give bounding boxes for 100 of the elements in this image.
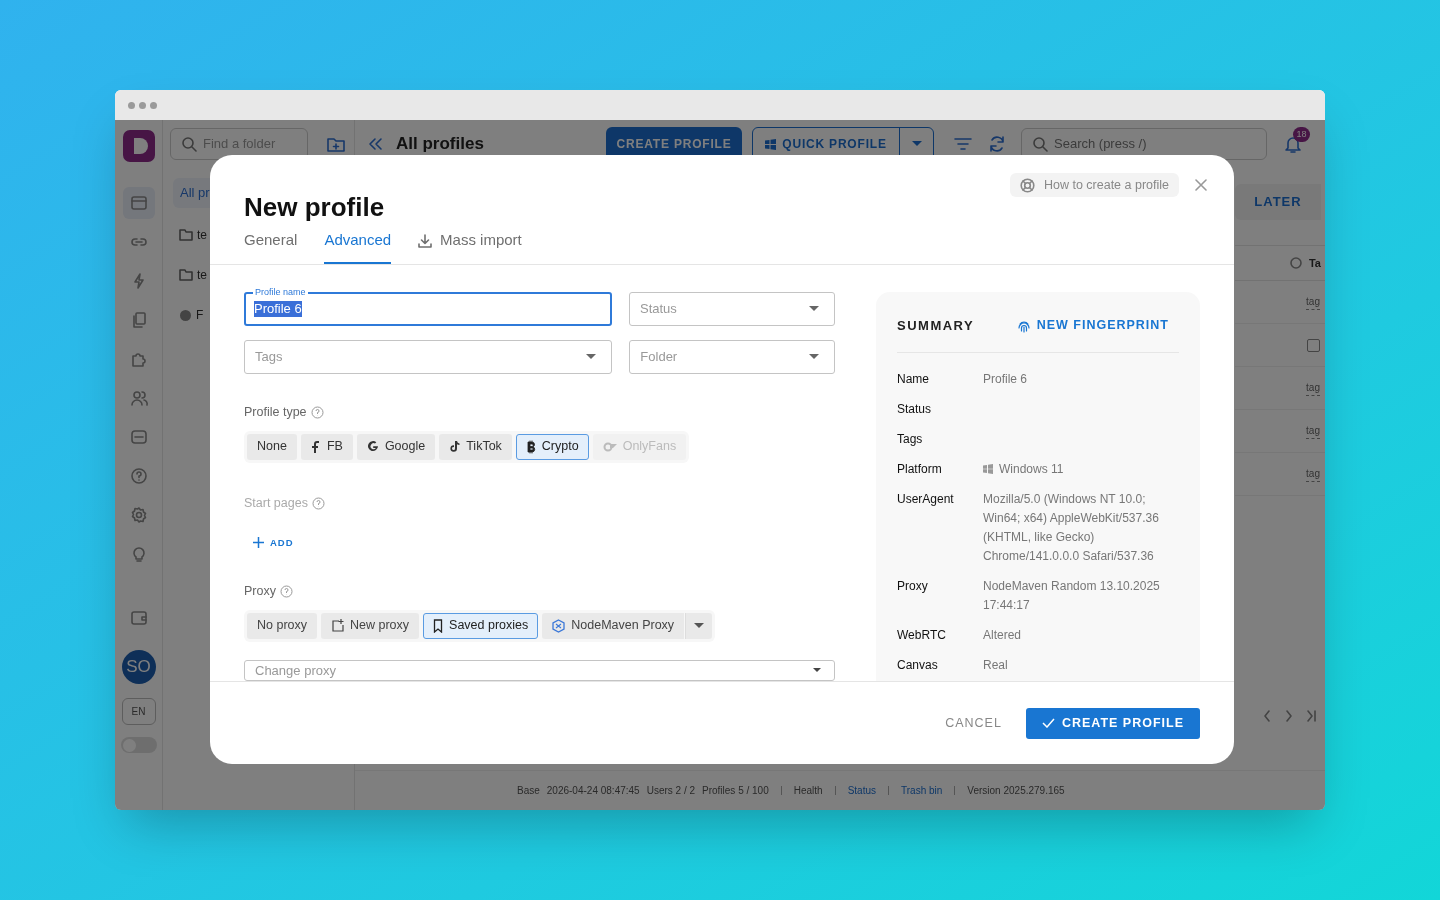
- caret-icon: [813, 667, 821, 673]
- create-profile-button[interactable]: CREATE PROFILE: [1025, 707, 1200, 739]
- avatar[interactable]: SO: [121, 650, 156, 684]
- summary-label: WebRTC: [897, 626, 947, 644]
- tag-label: tag: [1306, 466, 1320, 482]
- search-icon: [181, 136, 197, 152]
- summary-value: Profile 6: [983, 370, 1028, 388]
- bookmark-icon: [433, 618, 444, 633]
- caret-icon: [586, 354, 597, 360]
- checkbox[interactable]: [1307, 338, 1320, 352]
- next-page-icon[interactable]: [1285, 710, 1293, 722]
- profile-type-option[interactable]: Google: [356, 433, 436, 460]
- windows-icon: [983, 464, 993, 474]
- sidebar-item[interactable]: F: [196, 306, 204, 324]
- summary-value: Altered: [983, 626, 1022, 644]
- proxy-option[interactable]: Saved proxies: [423, 612, 539, 639]
- summary-value: Windows 11: [999, 460, 1064, 478]
- tab[interactable]: Mass import: [418, 219, 522, 264]
- folder-icon: [179, 229, 193, 241]
- status-text: Profiles 5 / 100: [702, 784, 769, 798]
- caret-icon: [694, 622, 705, 629]
- summary-value: Mozilla/5.0 (Windows NT 10.0; Win64; x64) AppleWebKit/537.36 (KHTML, like Gecko) Chrome/141.0.0.0 Safari/537.36: [983, 490, 1160, 565]
- section-label: Start pages: [244, 494, 308, 512]
- dropdown-button[interactable]: [685, 612, 713, 639]
- tab[interactable]: Advanced: [324, 219, 392, 264]
- search-icon: [1032, 136, 1048, 152]
- google-icon: [366, 439, 379, 454]
- status-text: Users 2 / 2: [646, 784, 695, 798]
- page-title: All profiles: [396, 133, 485, 156]
- summary-label: Status: [897, 400, 933, 418]
- proxy-option[interactable]: New proxy: [321, 612, 420, 639]
- column-header: Ta: [1308, 255, 1321, 271]
- summary-label: Proxy: [897, 577, 929, 595]
- status-link[interactable]: Status: [847, 783, 876, 798]
- music-note-icon: [449, 439, 461, 454]
- help-icon[interactable]: [128, 466, 149, 486]
- download-icon: [418, 233, 433, 248]
- section-label: Proxy: [244, 582, 276, 600]
- profile-type-option[interactable]: Crypto: [515, 433, 589, 460]
- close-icon[interactable]: [1195, 179, 1207, 191]
- tag-label: tag: [1306, 294, 1320, 310]
- summary-title: SUMMARY: [897, 317, 975, 335]
- caret-icon: [809, 354, 819, 360]
- status-text: 2026-04-24 08:47:45: [546, 784, 640, 798]
- status-select[interactable]: Status: [629, 292, 835, 326]
- tag-label: tag: [1306, 380, 1320, 396]
- collapse-icon[interactable]: [367, 137, 383, 151]
- check-icon: [1041, 718, 1055, 728]
- tags-select[interactable]: Tags: [244, 340, 613, 374]
- summary-label: Tags: [897, 430, 924, 448]
- summary-value: NodeMaven Random 13.10.2025 17:44:17: [983, 577, 1161, 614]
- proxy-option[interactable]: No proxy: [247, 612, 318, 639]
- wallet-icon[interactable]: [128, 608, 149, 628]
- last-page-icon[interactable]: [1307, 710, 1317, 722]
- chip-icon[interactable]: [128, 427, 149, 447]
- help-button[interactable]: How to create a profile: [1009, 173, 1179, 197]
- summary-value: Real: [983, 656, 1008, 674]
- new-fingerprint-button[interactable]: NEW FINGERPRINT: [1016, 316, 1169, 336]
- folder-select[interactable]: Folder: [629, 340, 835, 374]
- sidebar-item[interactable]: te: [197, 226, 207, 244]
- section-label: Profile type: [244, 404, 307, 421]
- summary-label: UserAgent: [897, 490, 955, 508]
- profile-type-option[interactable]: TikTok: [439, 433, 512, 460]
- status-text: Health: [793, 784, 823, 798]
- refresh-icon[interactable]: [987, 134, 1007, 154]
- summary-label: Name: [897, 370, 930, 388]
- logo-icon[interactable]: [122, 130, 155, 162]
- add-button[interactable]: ADD: [253, 535, 294, 550]
- users-icon[interactable]: [128, 388, 149, 408]
- help-icon[interactable]: [279, 584, 293, 598]
- status-text: Base: [517, 784, 540, 798]
- lifebuoy-icon: [1019, 177, 1035, 193]
- status-text: Version 2025.279.165: [967, 784, 1065, 798]
- summary-label: Canvas: [897, 656, 939, 674]
- bitcoin-icon: [525, 439, 536, 454]
- new-window-icon: [331, 618, 345, 633]
- fingerprint-icon: [1016, 318, 1031, 333]
- language-button[interactable]: EN: [121, 698, 156, 725]
- cancel-button[interactable]: CANCEL: [942, 713, 1005, 733]
- help-icon[interactable]: [310, 405, 324, 419]
- later-button[interactable]: LATER: [1235, 184, 1321, 220]
- profile-type-option[interactable]: FB: [300, 433, 353, 460]
- sidebar-item[interactable]: te: [197, 266, 207, 284]
- proxy-option[interactable]: NodeMaven Proxy: [542, 612, 685, 639]
- summary-label: Platform: [897, 460, 943, 478]
- plus-icon: [253, 537, 264, 549]
- window-icon[interactable]: [128, 193, 149, 213]
- add-folder-icon[interactable]: [326, 135, 346, 153]
- windows-icon: [765, 138, 777, 150]
- previous-page-icon[interactable]: [1263, 710, 1271, 722]
- profile-type-option[interactable]: None: [247, 433, 297, 460]
- status-link[interactable]: Trash bin: [901, 783, 943, 798]
- caret-icon: [911, 141, 922, 147]
- filter-icon[interactable]: [953, 136, 973, 152]
- help-icon[interactable]: [311, 496, 325, 510]
- folder-icon: [179, 269, 193, 281]
- change-proxy-select[interactable]: Change proxy: [244, 659, 835, 681]
- facebook-icon: [310, 439, 321, 454]
- notification-badge: 18: [1293, 127, 1310, 142]
- caret-icon: [809, 306, 819, 312]
